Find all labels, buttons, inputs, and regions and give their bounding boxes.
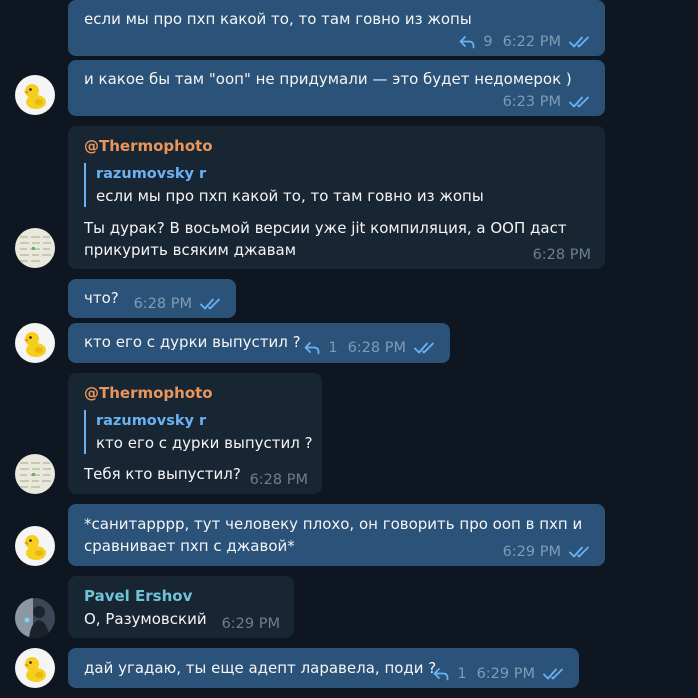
duck-avatar-icon[interactable] <box>15 648 55 688</box>
message-time: 6:28 PM <box>133 296 192 312</box>
quote-author: razumovsky r <box>96 166 207 182</box>
reply-quote[interactable]: razumovsky r если мы про пхп какой то, т… <box>84 163 484 207</box>
message-text-line1: *санитарррр, тут человеку плохо, он гово… <box>84 515 583 533</box>
message-time: 6:22 PM <box>502 34 561 50</box>
message-meta: 6:28 PM <box>533 244 591 266</box>
message-time: 6:28 PM <box>347 340 406 356</box>
reply-count: 1 <box>328 340 338 356</box>
quote-author: razumovsky r <box>96 413 207 429</box>
double-check-icon <box>200 297 224 311</box>
message-time: 6:29 PM <box>476 666 535 682</box>
message-text: и какое бы там "ооп" не придумали — это … <box>84 70 572 88</box>
reply-arrow-icon <box>433 667 449 681</box>
message-time: 6:29 PM <box>502 544 561 560</box>
message-bubble-outgoing[interactable]: что? 6:28 PM <box>68 279 236 318</box>
double-check-icon <box>569 95 593 109</box>
thermophoto-avatar[interactable] <box>15 454 55 494</box>
double-check-icon <box>414 341 438 355</box>
message-time: 6:29 PM <box>221 616 280 632</box>
message-meta: 6:28 PM <box>250 469 308 491</box>
quote-text: если мы про пхп какой то, то там говно и… <box>96 187 484 205</box>
message-bubble-outgoing[interactable]: если мы про пхп какой то, то там говно и… <box>68 0 605 56</box>
message-bubble-outgoing[interactable]: кто его с дурки выпустил ? 1 6:28 PM <box>68 323 450 363</box>
double-check-icon <box>569 35 593 49</box>
message-text: Тебя кто выпустил? <box>84 465 241 483</box>
message-time: 6:28 PM <box>532 247 591 263</box>
double-check-icon <box>569 545 593 559</box>
message-bubble-outgoing[interactable]: и какое бы там "ооп" не придумали — это … <box>68 60 605 116</box>
message-text-line2: сравнивает пхп с джавой* <box>84 537 295 555</box>
quote-text: кто его с дурки выпустил ? <box>96 434 313 452</box>
message-meta: 6:29 PM <box>222 613 280 635</box>
message-bubble-incoming[interactable]: @Thermophoto razumovsky r кто его с дурк… <box>68 373 322 494</box>
reply-counter[interactable]: 1 <box>304 337 338 359</box>
message-meta: 1 6:28 PM <box>304 337 438 359</box>
sender-name[interactable]: @Thermophoto <box>84 135 213 157</box>
reply-counter[interactable]: 1 <box>433 663 467 685</box>
message-meta: 6:29 PM <box>503 541 593 563</box>
reply-counter[interactable]: 9 <box>459 31 493 53</box>
reply-arrow-icon <box>459 35 475 49</box>
reply-arrow-icon <box>304 341 320 355</box>
message-bubble-incoming[interactable]: @Thermophoto razumovsky r если мы про пх… <box>68 126 605 269</box>
duck-avatar-icon[interactable] <box>15 323 55 363</box>
message-time: 6:23 PM <box>502 94 561 110</box>
reply-quote[interactable]: razumovsky r кто его с дурки выпустил ? <box>84 410 313 454</box>
message-bubble-outgoing[interactable]: *санитарррр, тут человеку плохо, он гово… <box>68 504 605 566</box>
message-bubble-outgoing[interactable]: дай угадаю, ты еще адепт ларавела, поди … <box>68 648 579 688</box>
message-time: 6:28 PM <box>249 472 308 488</box>
message-bubble-incoming[interactable]: Pavel Ershov О, Разумовский 6:29 PM <box>68 576 294 638</box>
message-meta: 6:23 PM <box>503 91 593 113</box>
duck-avatar-icon[interactable] <box>15 75 55 115</box>
message-meta: 6:28 PM <box>134 293 224 315</box>
message-text-line1: Ты дурак? В восьмой версии уже jit компи… <box>84 219 567 237</box>
message-text: О, Разумовский <box>84 610 207 628</box>
thermophoto-avatar[interactable] <box>15 228 55 268</box>
message-text: что? <box>84 289 119 307</box>
message-text: кто его с дурки выпустил ? <box>84 333 301 351</box>
reply-count: 1 <box>457 666 467 682</box>
message-meta: 1 6:29 PM <box>433 663 567 685</box>
message-text: если мы про пхп какой то, то там говно и… <box>84 10 472 28</box>
message-meta: 9 6:22 PM <box>459 31 593 53</box>
sender-name[interactable]: @Thermophoto <box>84 382 213 404</box>
pavel-ershov-avatar[interactable] <box>15 598 55 638</box>
message-text-line2: прикурить всяким джавам <box>84 241 297 259</box>
sender-name[interactable]: Pavel Ershov <box>84 585 192 607</box>
double-check-icon <box>543 667 567 681</box>
message-text: дай угадаю, ты еще адепт ларавела, поди … <box>84 659 437 677</box>
duck-avatar-icon[interactable] <box>15 526 55 566</box>
reply-count: 9 <box>483 34 493 50</box>
